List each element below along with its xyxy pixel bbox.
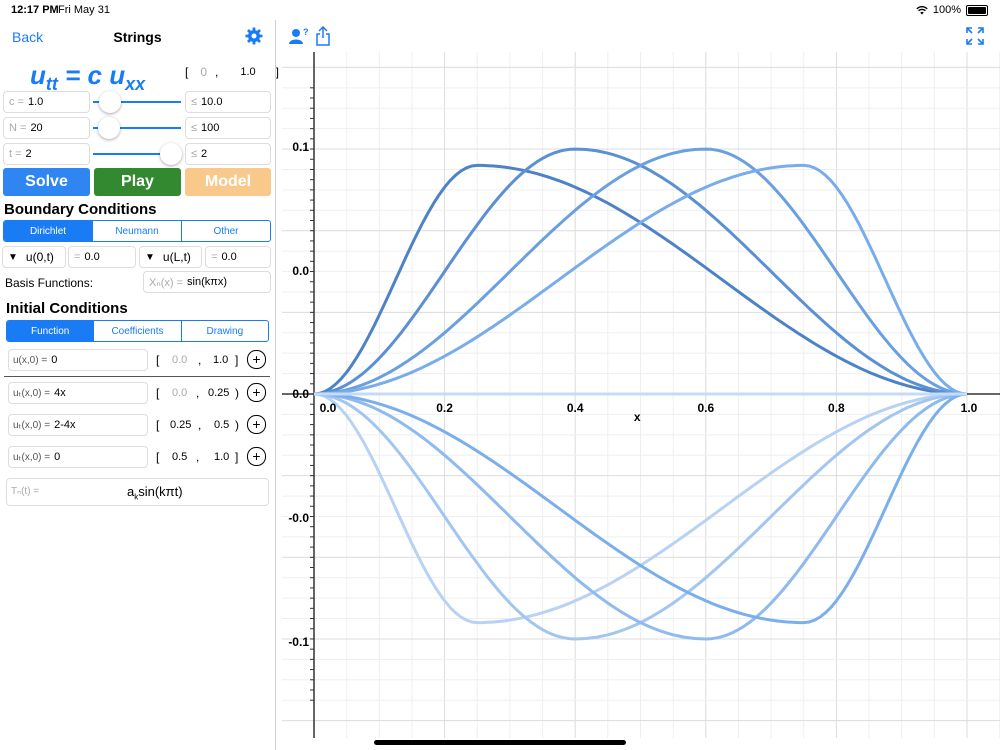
status-right: 100% [916, 4, 988, 16]
pde-equation: utt = c uxx [30, 60, 146, 95]
share-icon[interactable] [314, 26, 332, 46]
y-tick-label: -0.0 [288, 511, 309, 525]
initial-ut-3-from[interactable]: 0.5 [172, 451, 187, 463]
y-tick-label: -0.1 [288, 635, 309, 649]
battery-icon [966, 4, 988, 16]
x-tick-label: 0.4 [567, 401, 584, 415]
right-boundary-value[interactable]: = 0.0 [205, 246, 271, 268]
time-function-field[interactable]: Tₙ(t) = aksin(kπt) [6, 478, 269, 506]
left-boundary-value[interactable]: = 0.0 [68, 246, 136, 268]
n-slider-thumb[interactable] [98, 117, 120, 139]
play-button[interactable]: Play [94, 168, 181, 196]
c-slider-thumb[interactable] [99, 91, 121, 113]
home-indicator [374, 740, 626, 745]
boundary-conditions-heading: Boundary Conditions [4, 201, 157, 218]
c-field[interactable]: c = 1.0 [3, 91, 90, 113]
initial-ut-2-from[interactable]: 0.25 [170, 419, 191, 431]
left-boundary-select[interactable]: ▼ u(0,t) [2, 246, 66, 268]
status-time: 12:17 PM [11, 4, 59, 16]
wifi-icon [916, 6, 928, 15]
y-zero-label: 0.0 [292, 387, 309, 401]
initial-row-ut-2: uₜ(x,0) = 2-4x [ 0.25 , 0.5 ) + [8, 414, 270, 438]
initial-u-to[interactable]: 1.0 [213, 354, 228, 366]
solution-plot[interactable]: 0.0 0.2 0.4 0.6 0.8 1.0 x 0.1 0.0 -0.0 -0.1 0.0 [282, 52, 1000, 738]
t-field[interactable]: t = 2 [3, 143, 90, 165]
tab-coefficients[interactable]: Coefficients [94, 321, 182, 341]
status-date: Fri May 31 [58, 4, 110, 16]
initial-row-ut-3: uₜ(x,0) = 0 [ 0.5 , 1.0 ] + [8, 446, 270, 470]
initial-ut-3-to[interactable]: 1.0 [214, 451, 229, 463]
tab-neumann[interactable]: Neumann [93, 221, 182, 241]
tab-drawing[interactable]: Drawing [182, 321, 268, 341]
add-initial-ut-2-button[interactable]: + [247, 415, 266, 434]
add-initial-ut-1-button[interactable]: + [247, 383, 266, 402]
control-panel: Back Strings utt = c uxx [ 0 , 1.0 ] c =… [0, 20, 279, 750]
gear-icon[interactable] [245, 27, 263, 45]
initial-ut-field-3[interactable]: uₜ(x,0) = 0 [8, 446, 148, 468]
y-tick-label: 0.0 [292, 264, 309, 278]
right-boundary-select[interactable]: ▼ u(L,t) [139, 246, 202, 268]
solve-button[interactable]: Solve [3, 168, 90, 196]
fullscreen-icon[interactable] [966, 27, 984, 45]
domain-range: [ 0 , 1.0 ] [185, 65, 280, 79]
initial-divider [4, 376, 270, 377]
t-slider-thumb[interactable] [160, 143, 182, 165]
status-bar: 12:17 PM Fri May 31 100% [0, 0, 1000, 20]
domain-from[interactable]: 0 [200, 65, 207, 79]
initial-conditions-heading: Initial Conditions [6, 300, 128, 317]
n-field[interactable]: N = 20 [3, 117, 90, 139]
basis-functions-label: Basis Functions: [5, 276, 94, 290]
initial-ut-field-1[interactable]: uₜ(x,0) = 4x [8, 382, 148, 404]
svg-text:?: ? [303, 27, 309, 37]
x-tick-label: 1.0 [961, 401, 978, 415]
initial-row-u: u(x,0) = 0 [ 0.0 , 1.0 ] + [8, 349, 270, 373]
add-initial-u-button[interactable]: + [247, 350, 266, 369]
c-slider[interactable] [93, 91, 181, 113]
x-tick-label: 0.0 [320, 401, 337, 415]
add-initial-ut-3-button[interactable]: + [247, 447, 266, 466]
x-tick-label: 0.2 [436, 401, 453, 415]
time-function-value: aksin(kπt) [127, 484, 183, 502]
chevron-down-icon: ▼ [145, 251, 155, 263]
basis-function-field[interactable]: Xₙ(x) = sin(kπx) [143, 271, 271, 293]
initial-u-field[interactable]: u(x,0) = 0 [8, 349, 148, 371]
chevron-down-icon: ▼ [8, 251, 18, 263]
x-tick-label: 0.6 [697, 401, 714, 415]
boundary-tabs: Dirichlet Neumann Other [3, 220, 271, 242]
n-slider[interactable] [93, 117, 181, 139]
initial-ut-field-2[interactable]: uₜ(x,0) = 2-4x [8, 414, 148, 436]
t-slider[interactable] [93, 143, 182, 165]
c-max-field[interactable]: ≤10.0 [185, 91, 271, 113]
initial-ut-1-from[interactable]: 0.0 [172, 387, 187, 399]
n-max-field[interactable]: ≤100 [185, 117, 271, 139]
model-button[interactable]: Model [185, 168, 271, 196]
domain-to[interactable]: 1.0 [240, 66, 255, 78]
tab-function[interactable]: Function [7, 321, 95, 341]
initial-row-ut-1: uₜ(x,0) = 4x [ 0.0 , 0.25 ) + [8, 382, 270, 406]
x-tick-label: 0.8 [828, 401, 845, 415]
battery-percent: 100% [932, 4, 961, 16]
panel-divider [275, 20, 276, 750]
tab-dirichlet[interactable]: Dirichlet [4, 221, 93, 241]
page-title: Strings [113, 29, 162, 45]
t-max-field[interactable]: ≤2 [185, 143, 271, 165]
help-user-icon[interactable]: ? [289, 27, 309, 45]
initial-tabs: Function Coefficients Drawing [6, 320, 269, 342]
x-axis-label: x [634, 410, 641, 424]
y-tick-label: 0.1 [292, 140, 309, 154]
initial-ut-1-to[interactable]: 0.25 [208, 387, 229, 399]
tab-other[interactable]: Other [182, 221, 270, 241]
initial-u-from[interactable]: 0.0 [172, 354, 187, 366]
initial-ut-2-to[interactable]: 0.5 [214, 419, 229, 431]
